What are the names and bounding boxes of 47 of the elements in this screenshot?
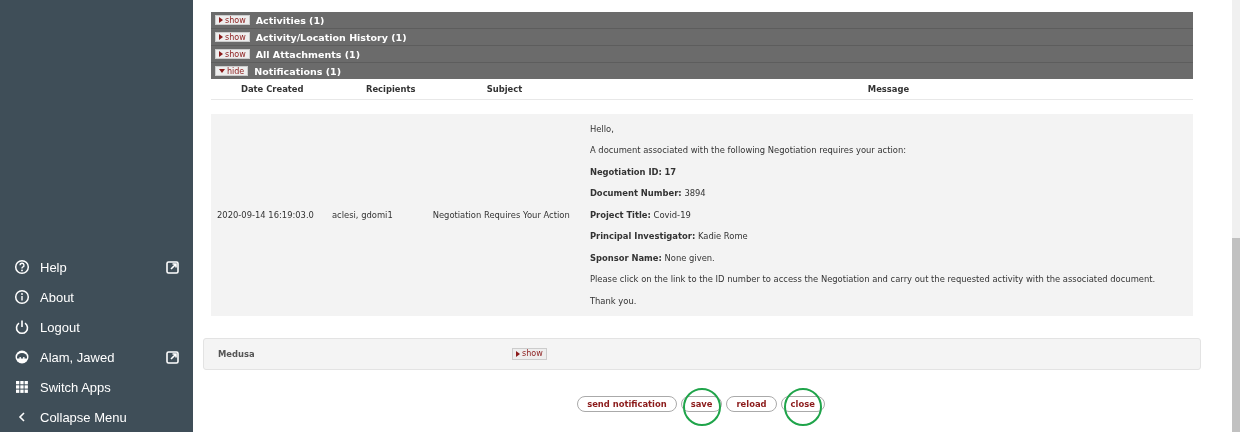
grid-icon	[14, 379, 30, 395]
help-icon	[14, 259, 30, 275]
toggle-button[interactable]: show	[215, 15, 250, 25]
caret-right-icon	[219, 17, 223, 23]
section-title: All Attachments (1)	[255, 48, 360, 60]
toggle-button[interactable]: show	[512, 347, 547, 360]
message-line: Principal Investigator: Kadie Rome	[589, 231, 748, 242]
message-line: Thank you.	[589, 295, 637, 306]
scrollbar[interactable]	[1232, 0, 1240, 432]
panel-title: Medusa	[218, 348, 256, 359]
message-line: A document associated with the following Negotiation requires your action:	[589, 145, 907, 156]
message-line: Project Title: Covid-19	[589, 209, 691, 220]
message-line: Sponsor Name: None given.	[589, 252, 715, 263]
sidebar-item[interactable]: Collapse Menu	[0, 402, 193, 432]
message-line: Please click on the link to the ID number to access the Negotiation and carry out the requested activity with the associated document.	[589, 274, 1156, 285]
reload-button[interactable]: reload	[726, 395, 777, 412]
message-line: Negotiation ID: 17	[589, 166, 677, 177]
message-line: Hello,	[589, 123, 614, 134]
caret-down-icon	[219, 69, 225, 73]
toggle-button[interactable]: show	[215, 32, 250, 42]
table-cell: Negotiation Requires Your Action	[426, 114, 584, 316]
sidebar-item[interactable]: About	[0, 282, 193, 312]
column-header: Recipients	[325, 79, 427, 100]
send-button[interactable]: send notification	[577, 395, 677, 412]
info-icon	[14, 289, 30, 305]
section-title: Notifications (1)	[254, 65, 341, 77]
sidebar-item[interactable]: Switch Apps	[0, 372, 193, 402]
sidebar-item[interactable]: Alam, Jawed	[0, 342, 193, 372]
column-header: Date Created	[211, 79, 326, 100]
table-cell: 2020-09-14 16:19:03.0	[211, 114, 326, 316]
message-line: Document Number: 3894	[589, 188, 706, 199]
toggle-button[interactable]: show	[215, 49, 250, 59]
caret-right-icon	[219, 34, 223, 40]
section-title: Activities (1)	[255, 14, 325, 26]
negotiation-id-link[interactable]: 17	[664, 166, 677, 177]
toggle-button[interactable]: hide	[215, 66, 249, 76]
sidebar-item[interactable]: Logout	[0, 312, 193, 342]
section-title: Activity/Location History (1)	[255, 31, 407, 43]
power-icon	[14, 319, 30, 335]
user-icon	[14, 349, 30, 365]
column-header: Message	[583, 79, 1193, 100]
close-button[interactable]: close	[780, 395, 825, 412]
column-header: Subject	[426, 79, 584, 100]
caret-right-icon	[219, 51, 223, 57]
caret-right-icon	[516, 350, 520, 357]
table-cell: aclesi, gdomi1	[325, 114, 427, 316]
sidebar-item[interactable]: Help	[0, 252, 193, 282]
